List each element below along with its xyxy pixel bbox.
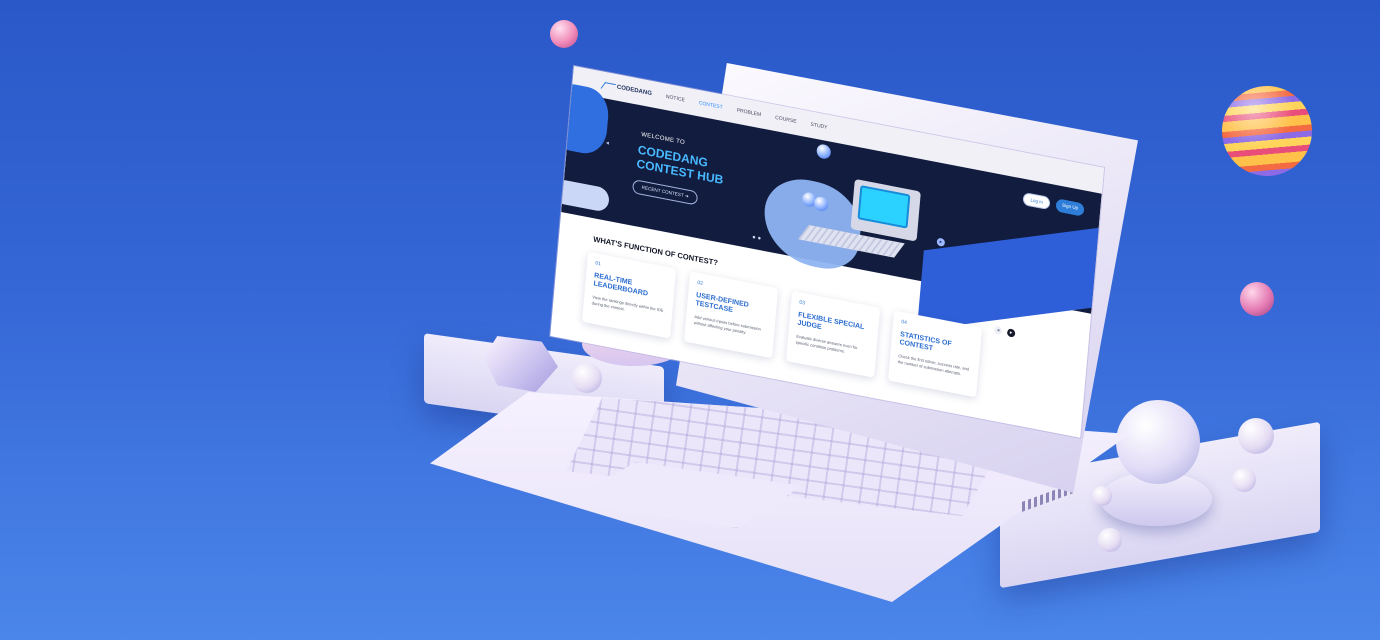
- retro-computer-illustration: [850, 178, 921, 242]
- decorative-sphere: [1116, 400, 1200, 484]
- nav-notice[interactable]: NOTICE: [666, 94, 685, 104]
- decorative-sphere: [550, 20, 578, 48]
- hero-bubble: [816, 143, 832, 160]
- recent-contest-label: RECENT CONTEST: [641, 184, 684, 198]
- feature-card[interactable]: 03 FLEXIBLE SPECIAL JUDGE Evaluate diver…: [786, 290, 881, 378]
- arrow-right-icon: ➔: [684, 193, 689, 199]
- slide-dots: ● ●: [751, 234, 762, 243]
- decorative-sphere: [572, 363, 602, 393]
- recent-contest-button[interactable]: RECENT CONTEST ➔: [631, 179, 699, 206]
- retro-computer-screen: [857, 185, 911, 229]
- nav-contest[interactable]: CONTEST: [698, 100, 722, 111]
- decorative-sphere: [1098, 528, 1122, 552]
- feature-card[interactable]: 01 REAL-TIME LEADERBOARD View the rankin…: [582, 251, 677, 339]
- carousel-prev-button[interactable]: ◂: [993, 325, 1003, 336]
- logo-text: CODEDANG: [616, 84, 653, 98]
- decorative-sphere: [1222, 86, 1312, 176]
- hero-decoration: [551, 178, 610, 213]
- decorative-sphere: [1238, 418, 1274, 454]
- feature-card[interactable]: 02 USER-DEFINED TESTCASE Add various inp…: [684, 271, 779, 359]
- decorative-sphere: [1092, 486, 1112, 506]
- carousel-controls: ◂ ▸: [993, 325, 1016, 338]
- carousel-next-button[interactable]: ▸: [1006, 328, 1016, 338]
- logo-icon: [600, 81, 617, 90]
- chevron-left-icon[interactable]: ◂: [606, 139, 610, 147]
- logo[interactable]: CODEDANG: [600, 81, 653, 98]
- nav-course[interactable]: COURSE: [775, 115, 797, 125]
- scene-background: CODEDANG NOTICE CONTEST PROBLEM COURSE S…: [0, 0, 1380, 640]
- chevron-right-icon[interactable]: ▸: [936, 237, 946, 247]
- decorative-sphere: [1240, 282, 1274, 316]
- nav-problem[interactable]: PROBLEM: [736, 107, 761, 118]
- nav-study[interactable]: STUDY: [810, 122, 827, 131]
- decorative-sphere: [1232, 468, 1256, 492]
- hero-decoration: [760, 172, 865, 275]
